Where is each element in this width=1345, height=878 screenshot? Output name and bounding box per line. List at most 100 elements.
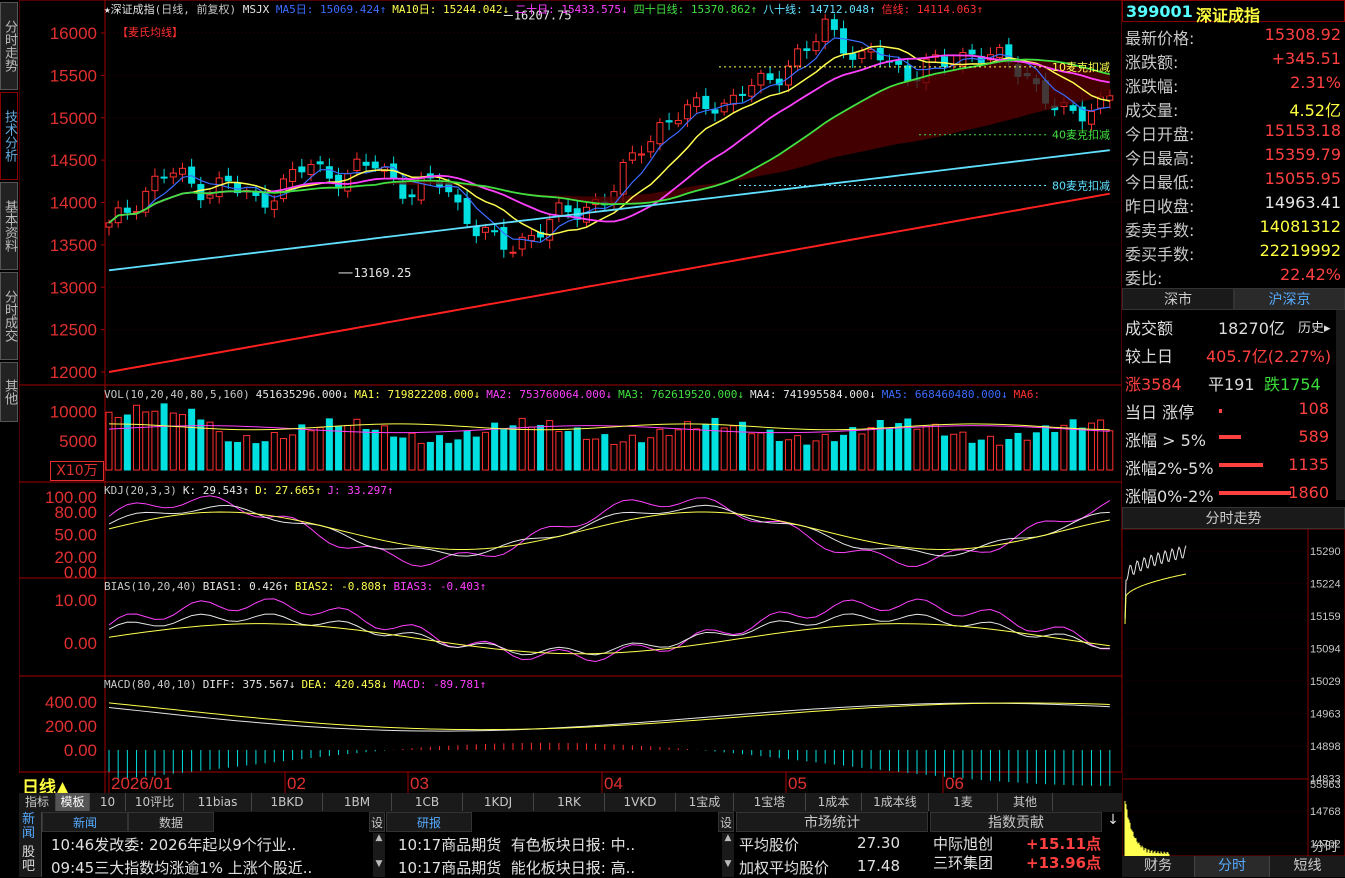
tab-news[interactable]: 新闻 [42, 812, 128, 832]
mini-corner-label: 分时 [1312, 840, 1338, 855]
tab-data[interactable]: 数据 [128, 812, 214, 832]
volume-bar [693, 428, 701, 471]
indicator-tab[interactable]: 11bias [184, 793, 252, 811]
volume-bar [720, 427, 728, 471]
tab-technical[interactable]: 技术分析 [0, 92, 18, 180]
quote-value: 22219992 [1259, 241, 1341, 260]
candle-body [298, 166, 306, 173]
tab-intraday-trades[interactable]: 分时成交 [0, 272, 18, 360]
macd-value: DEA: 420.458↓ [301, 678, 388, 691]
indicator-tab[interactable]: 1宝塔 [734, 793, 806, 811]
contrib-down-arrow-icon[interactable]: ↓ [1104, 812, 1122, 832]
news-panel: 新闻 股吧 新闻 数据 设 10:46发改委: 2026年起以9个行业.. 09… [19, 812, 385, 878]
kdj-value: D: 27.665↑ [255, 484, 322, 497]
contrib-stock-name[interactable]: 三环集团 [933, 852, 993, 873]
side-tab-news[interactable]: 新闻 [22, 813, 38, 841]
candle-body [527, 234, 535, 241]
candle-body [325, 166, 333, 179]
rise-range-bar [1219, 491, 1291, 495]
candle-body [812, 41, 820, 52]
macd-header: MACD(80,40,10) DIFF: 375.567↓ DEA: 420.458… [104, 678, 492, 691]
kdj-header: KDJ(20,3,3) K: 29.543↑ D: 27.665↑ J: 33.297… [104, 484, 400, 497]
news-settings-button[interactable]: 设 [369, 812, 385, 832]
mini-intraday-chart[interactable]: 1529015224151591509415029149631489814833… [1122, 529, 1345, 856]
tab-shortline[interactable]: 短线 [1270, 856, 1345, 877]
ma-value: 四十日线: 15370.862↑ [633, 3, 758, 16]
indicator-tab[interactable]: 1宝成 [676, 793, 734, 811]
volume-bar [766, 429, 774, 471]
indicator-tab[interactable]: 10评比 [126, 793, 184, 811]
indicator-tab[interactable]: 1VKD [605, 793, 676, 811]
month-label: 04 [604, 774, 623, 793]
month-label: 2026/01 [111, 774, 172, 793]
indicator-tab[interactable]: 1麦 [929, 793, 998, 811]
research-settings-button[interactable]: 设 [718, 812, 734, 832]
history-button[interactable]: 历史▸ [1298, 317, 1331, 336]
rise-range-label: 涨幅0%-2% [1125, 487, 1214, 506]
candle-body [683, 104, 691, 120]
indicator-tab[interactable]: 1BM [323, 793, 392, 811]
indicator-tab[interactable]: 1CB [392, 793, 463, 811]
indicator-tab[interactable]: 1成本 [806, 793, 862, 811]
tab-other[interactable]: 其他 [0, 362, 18, 422]
indicator-tab[interactable]: 模板 [56, 793, 90, 811]
indicator-tab[interactable]: 1RK [534, 793, 605, 811]
candle-body [206, 194, 214, 199]
tab-fundamentals[interactable]: 基本资料 [0, 182, 18, 270]
volume-bar [803, 444, 811, 471]
candle-body [289, 169, 297, 182]
macd-dea-line [108, 702, 1110, 731]
quote-label: 委比: [1125, 269, 1163, 288]
mini-tick-label: 14768 [1310, 806, 1341, 818]
mini-vol-tick: 55963 [1310, 779, 1341, 791]
side-tab-forum[interactable]: 股吧 [22, 846, 38, 874]
indicator-tab[interactable]: 指标 [19, 793, 56, 811]
y-tick-label: 13500 [50, 236, 97, 255]
candle-body [252, 192, 260, 196]
decliners-count: 跌1754 [1264, 375, 1321, 394]
tab-finance[interactable]: 财务 [1122, 856, 1195, 877]
candle-body [895, 60, 903, 65]
kline-chart-area[interactable]: 16000 15500 15000 14500 14000 13500 13000 12500… [19, 0, 1122, 798]
mini-tick-label: 15094 [1310, 644, 1341, 656]
research-item[interactable]: 10:17商品期货 能化板块日报: 高.. [398, 857, 635, 878]
macd-value: MACD: -89.781↑ [393, 678, 487, 691]
news-item[interactable]: 10:46发改委: 2026年起以9个行业.. [51, 834, 296, 855]
stat-weighted-label: 加权平均股价 [739, 859, 830, 877]
volume-bar [546, 420, 554, 471]
bias-value: BIAS(10,20,40) [104, 580, 197, 593]
indicator-tab[interactable]: 1KDJ [463, 793, 534, 811]
y-tick-label: 13000 [50, 278, 97, 297]
indicator-tab[interactable]: 10 [90, 793, 126, 811]
volume-bar [160, 403, 168, 471]
tab-intraday-mini[interactable]: 分时 [1195, 856, 1270, 877]
volume-bar [794, 435, 802, 471]
news-scrollbar[interactable]: ▲ ▼ [373, 833, 385, 877]
research-scrollbar[interactable]: ▲ ▼ [722, 833, 734, 877]
tab-intraday[interactable]: 分时走势 [0, 2, 18, 90]
mini-tick-label: 14963 [1310, 709, 1341, 721]
volume-bar [500, 429, 508, 471]
index-title: ★深证成指 [104, 3, 155, 16]
tab-all-markets[interactable]: 沪深京 [1234, 288, 1345, 310]
volume-bar [959, 431, 967, 471]
volume-bar [1060, 424, 1068, 471]
candle-body [647, 141, 655, 153]
indicator-tab[interactable]: 1BKD [252, 793, 323, 811]
tab-research[interactable]: 研报 [386, 812, 472, 832]
indicator-tab[interactable]: 其他 [998, 793, 1053, 811]
volume-bar [610, 443, 618, 471]
news-item[interactable]: 09:45三大指数均涨逾1% 上涨个股近.. [51, 857, 312, 878]
volume-bar [307, 430, 315, 471]
quote-value: 22.42% [1279, 265, 1341, 284]
contrib-stock-name[interactable]: 中际旭创 [933, 833, 993, 854]
limit-up-bar [1219, 409, 1222, 413]
research-item[interactable]: 10:17商品期货 有色板块日报: 中.. [398, 834, 635, 855]
indicator-tab[interactable]: 1成本线 [862, 793, 929, 811]
vol-value: MA3: 762619520.000↓ [618, 388, 744, 401]
market-scrollbar[interactable] [1336, 310, 1345, 500]
tab-shenzhen[interactable]: 深市 [1122, 288, 1234, 310]
volume-bar [1097, 419, 1105, 471]
candle-body [344, 173, 352, 192]
quote-row: 涨跌额: +345.51 [1125, 47, 1343, 72]
